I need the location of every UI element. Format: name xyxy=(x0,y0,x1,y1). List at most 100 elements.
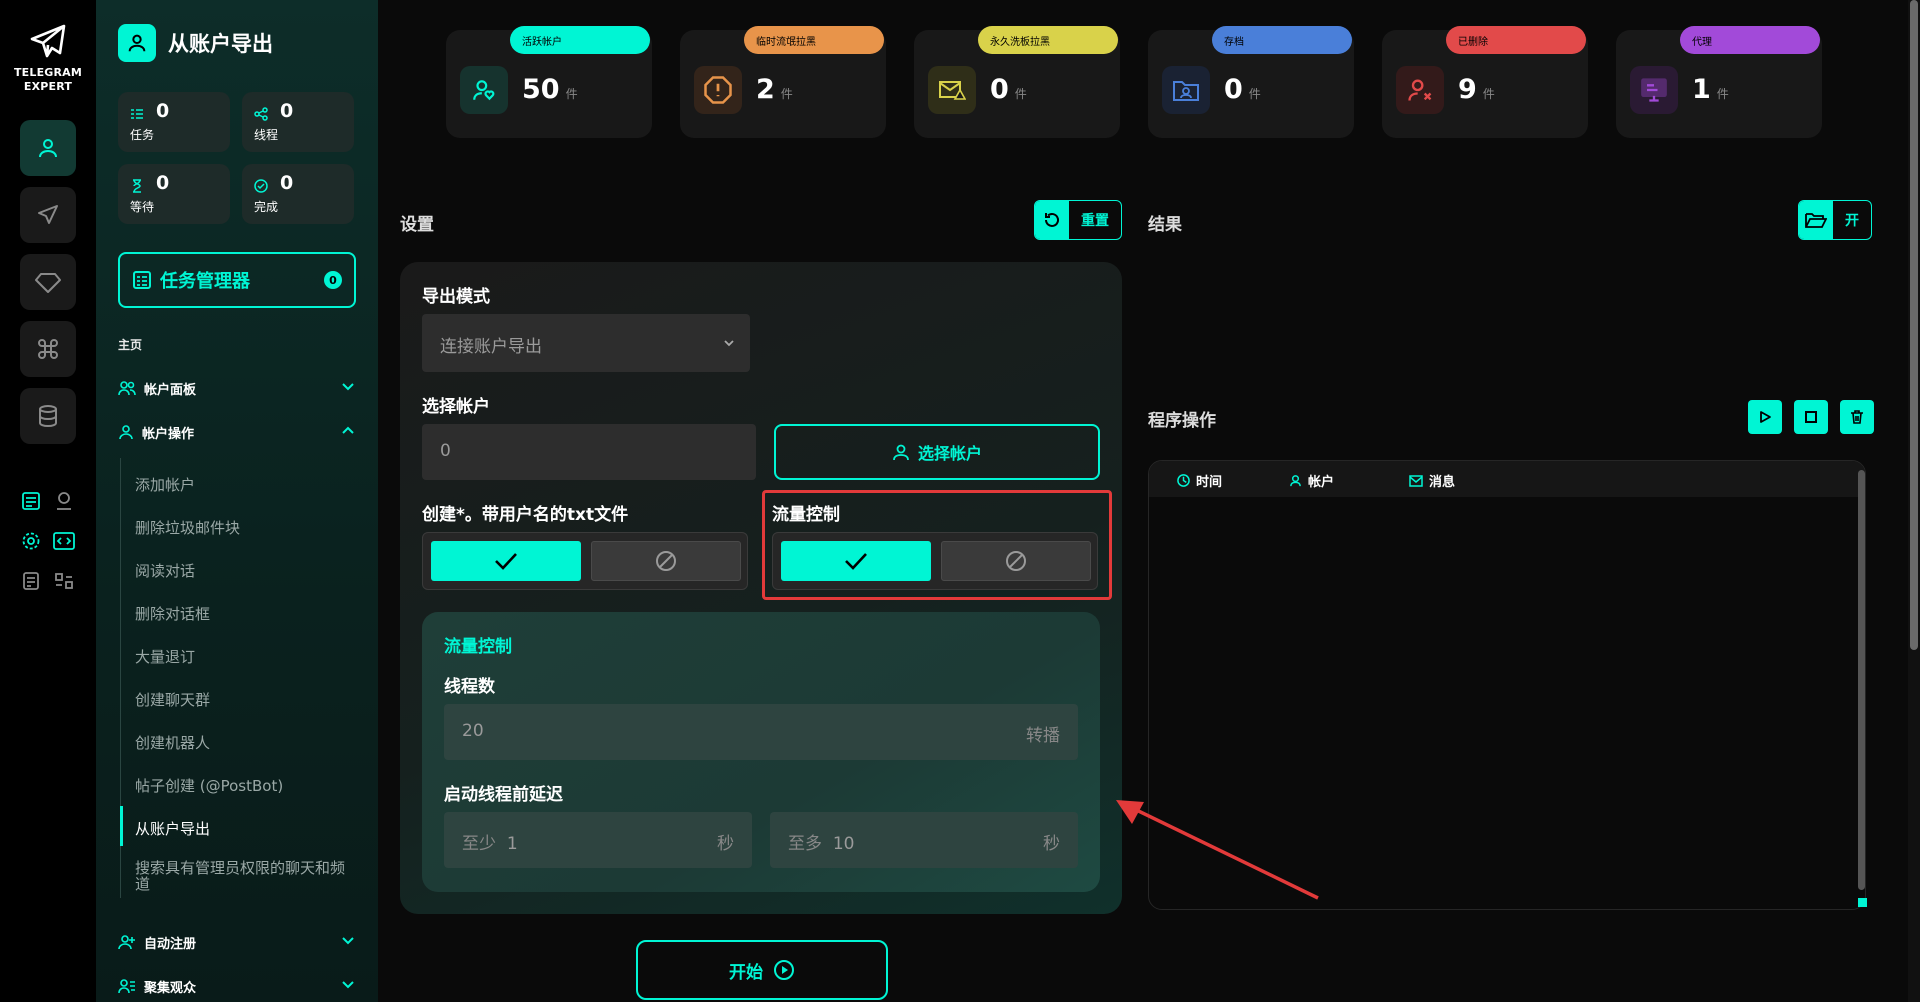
play-circle-icon xyxy=(774,960,794,980)
annotation-highlight-box xyxy=(762,490,1112,600)
sub-item-remove-spam-block[interactable]: 删除垃圾邮件块 xyxy=(135,517,240,538)
reset-button[interactable]: 重置 xyxy=(1034,200,1122,240)
sub-item-export-from-account[interactable]: 从账户导出 xyxy=(135,818,210,839)
resize-handle[interactable] xyxy=(1858,898,1867,907)
ops-title: 程序操作 xyxy=(1148,411,1216,431)
card-tag: 活跃帐户 xyxy=(510,26,650,54)
toggle-off-button[interactable] xyxy=(591,541,741,581)
card-perm-block[interactable]: 永久洗板拉黑 0件 xyxy=(914,26,1120,138)
nav-group-account-panel[interactable]: 帐户面板 xyxy=(118,376,356,400)
results-title: 结果 xyxy=(1148,215,1182,235)
sub-item-post-create[interactable]: 帖子创建 (@PostBot) xyxy=(135,775,283,796)
stat-tasks-value: 0 xyxy=(156,100,170,122)
active-indicator xyxy=(120,806,123,846)
rail-database-button[interactable] xyxy=(20,388,76,444)
rail-code-icon[interactable] xyxy=(53,530,75,552)
select-accounts-input[interactable]: 0 xyxy=(422,424,756,480)
stat-done: 0 完成 xyxy=(242,164,354,224)
stat-threads-value: 0 xyxy=(280,100,294,122)
rail-list-icon[interactable] xyxy=(20,490,42,512)
start-button[interactable]: 开始 xyxy=(636,940,888,1000)
stop-icon xyxy=(1805,411,1817,423)
rail-doc-icon[interactable] xyxy=(20,570,42,592)
sidebar: 从账户导出 0 任务 0 线程 0 等待 0 完成 任务管理器 0 主页 帐户面… xyxy=(96,0,378,1002)
toggle-on-button[interactable] xyxy=(431,541,581,581)
folder-open-icon xyxy=(1799,201,1833,239)
nav-group-gather-audience[interactable]: 聚集观众 xyxy=(118,974,356,998)
log-col-time: 时间 xyxy=(1177,471,1222,490)
page-scrollbar[interactable] xyxy=(1908,0,1920,1002)
stop-button[interactable] xyxy=(1794,400,1828,434)
card-active-accounts[interactable]: 活跃帐户 50 件 xyxy=(446,26,652,138)
log-header: 时间 帐户 消息 xyxy=(1149,461,1865,497)
delay-min-input[interactable]: 至少 1 秒 xyxy=(444,812,752,868)
create-txt-label: 创建*。带用户名的txt文件 xyxy=(422,505,629,525)
users-icon xyxy=(118,381,136,396)
flow-control-card-title: 流量控制 xyxy=(444,637,512,657)
nav-group-label: 自动注册 xyxy=(144,936,197,952)
stat-waiting-value: 0 xyxy=(156,172,170,194)
clear-button[interactable] xyxy=(1840,400,1874,434)
chevron-down-icon xyxy=(342,937,354,945)
log-scrollbar[interactable] xyxy=(1858,470,1865,890)
card-value: 1件 xyxy=(1692,74,1729,105)
rail-command-button[interactable] xyxy=(20,321,76,377)
stat-threads: 0 线程 xyxy=(242,92,354,152)
user-plus-icon xyxy=(118,935,135,950)
nav-group-label: 帐户操作 xyxy=(142,426,195,442)
annotation-arrow-icon xyxy=(1116,800,1319,900)
task-manager-count: 0 xyxy=(324,271,342,289)
database-icon xyxy=(39,405,57,428)
send-icon xyxy=(38,205,58,224)
chevron-down-icon xyxy=(342,383,354,391)
card-temp-block[interactable]: 临时流氓拉黑 2件 xyxy=(680,26,886,138)
log-col-message: 消息 xyxy=(1409,471,1455,490)
card-value: 0件 xyxy=(990,74,1027,105)
export-mode-select[interactable]: 连接账户导出 xyxy=(422,314,750,372)
user-x-icon xyxy=(1396,66,1444,114)
rail-diamond-button[interactable] xyxy=(20,254,76,310)
task-manager-button[interactable]: 任务管理器 0 xyxy=(118,252,356,308)
rail-accounts-button[interactable] xyxy=(20,120,76,176)
play-button[interactable] xyxy=(1748,400,1782,434)
task-manager-label: 任务管理器 xyxy=(160,271,250,292)
nav-group-auto-register[interactable]: 自动注册 xyxy=(118,930,356,954)
sub-item-search-admin-chats[interactable]: 搜索具有管理员权限的聊天和频道 xyxy=(135,860,345,892)
settings-panel: 导出模式 连接账户导出 选择帐户 0 选择帐户 创建*。带用户名的txt文件 流… xyxy=(400,262,1122,914)
stat-threads-label: 线程 xyxy=(254,128,279,142)
sub-item-mass-unsubscribe[interactable]: 大量退订 xyxy=(135,646,195,667)
stat-tasks-label: 任务 xyxy=(130,128,155,142)
sub-item-delete-dialogs[interactable]: 删除对话框 xyxy=(135,603,210,624)
rail-pin-user-icon[interactable] xyxy=(53,490,75,512)
diamond-icon xyxy=(35,273,61,293)
rail-settings-icon[interactable] xyxy=(20,530,42,552)
select-accounts-button[interactable]: 选择帐户 xyxy=(774,424,1100,480)
page-scrollbar-thumb[interactable] xyxy=(1910,0,1918,650)
rail-switch-icon[interactable] xyxy=(53,570,75,592)
sub-item-create-bot[interactable]: 创建机器人 xyxy=(135,732,210,753)
card-deleted[interactable]: 已删除 9件 xyxy=(1382,26,1588,138)
rail-send-button[interactable] xyxy=(20,187,76,243)
delay-max-input[interactable]: 至多 10 秒 xyxy=(770,812,1078,868)
threads-input[interactable]: 20 转播 xyxy=(444,704,1078,760)
open-results-button[interactable]: 开 xyxy=(1798,200,1872,240)
nav-group-account-ops[interactable]: 帐户操作 xyxy=(118,420,356,444)
select-accounts-label: 选择帐户 xyxy=(422,397,490,417)
app-window: TELEGRAM EXPERT 从账户导出 0 任务 0 线程 0 等待 0 完… xyxy=(0,0,1920,1002)
user-icon xyxy=(118,24,156,62)
telegram-logo-icon xyxy=(30,24,66,58)
logo-line2: EXPERT xyxy=(23,80,73,93)
sub-item-create-group[interactable]: 创建聊天群 xyxy=(135,689,210,710)
mail-warning-icon xyxy=(928,66,976,114)
card-archive[interactable]: 存档 0件 xyxy=(1148,26,1354,138)
sub-item-add-account[interactable]: 添加帐户 xyxy=(135,474,195,495)
stat-waiting-label: 等待 xyxy=(130,200,155,214)
delay-min-unit: 秒 xyxy=(717,834,734,854)
open-label: 开 xyxy=(1845,213,1859,229)
folder-user-icon xyxy=(1162,66,1210,114)
flow-control-card: 流量控制 线程数 20 转播 启动线程前延迟 至少 1 秒 至多 10 秒 xyxy=(422,612,1100,892)
left-rail: TELEGRAM EXPERT xyxy=(0,0,96,1002)
nav-group-label: 帐户面板 xyxy=(144,382,197,398)
sub-item-read-dialogs[interactable]: 阅读对话 xyxy=(135,560,195,581)
card-proxy[interactable]: 代理 1件 xyxy=(1616,26,1822,138)
